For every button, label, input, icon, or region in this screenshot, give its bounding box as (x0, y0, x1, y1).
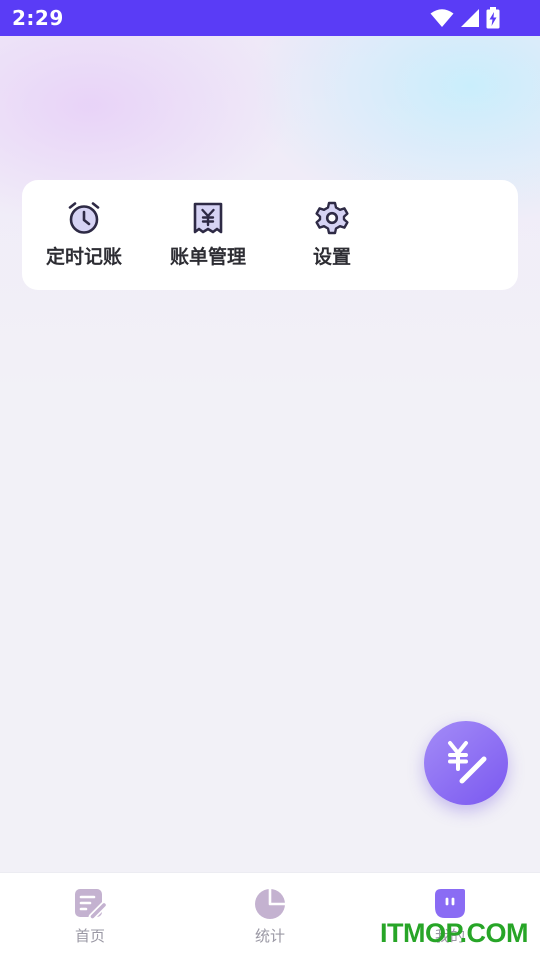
notes-edit-icon (75, 889, 107, 921)
yuan-bill-icon (193, 202, 223, 234)
menu-item-scheduled-bookkeeping[interactable]: 定时记账 (34, 200, 134, 272)
menu-item-bill-management[interactable]: 账单管理 (158, 200, 258, 272)
pie-chart-icon (255, 889, 285, 919)
chat-face-icon (435, 889, 465, 918)
quick-menu-card: 定时记账 账单管理 设置 (22, 180, 518, 290)
menu-item-label: 设置 (312, 246, 351, 268)
nav-item-label: 统计 (254, 927, 285, 945)
menu-item-label: 定时记账 (45, 246, 122, 268)
yuan-pen-icon (448, 741, 487, 784)
cellular-signal-icon (461, 9, 479, 27)
nav-item-label: 首页 (74, 927, 105, 945)
nav-item-home[interactable]: 首页 (30, 887, 150, 951)
site-watermark: ITMOP.COM (380, 918, 529, 948)
add-record-button[interactable] (424, 721, 508, 805)
menu-item-label: 账单管理 (169, 246, 246, 268)
status-time: 2:29 (12, 6, 64, 30)
gear-icon (315, 201, 349, 235)
battery-charging-icon (486, 7, 500, 29)
nav-item-statistics[interactable]: 统计 (210, 887, 330, 951)
status-bar: 2:29 (0, 0, 540, 36)
status-icons (430, 7, 500, 29)
menu-item-settings[interactable]: 设置 (282, 200, 382, 272)
alarm-clock-icon (68, 202, 100, 234)
wifi-icon (430, 9, 454, 27)
